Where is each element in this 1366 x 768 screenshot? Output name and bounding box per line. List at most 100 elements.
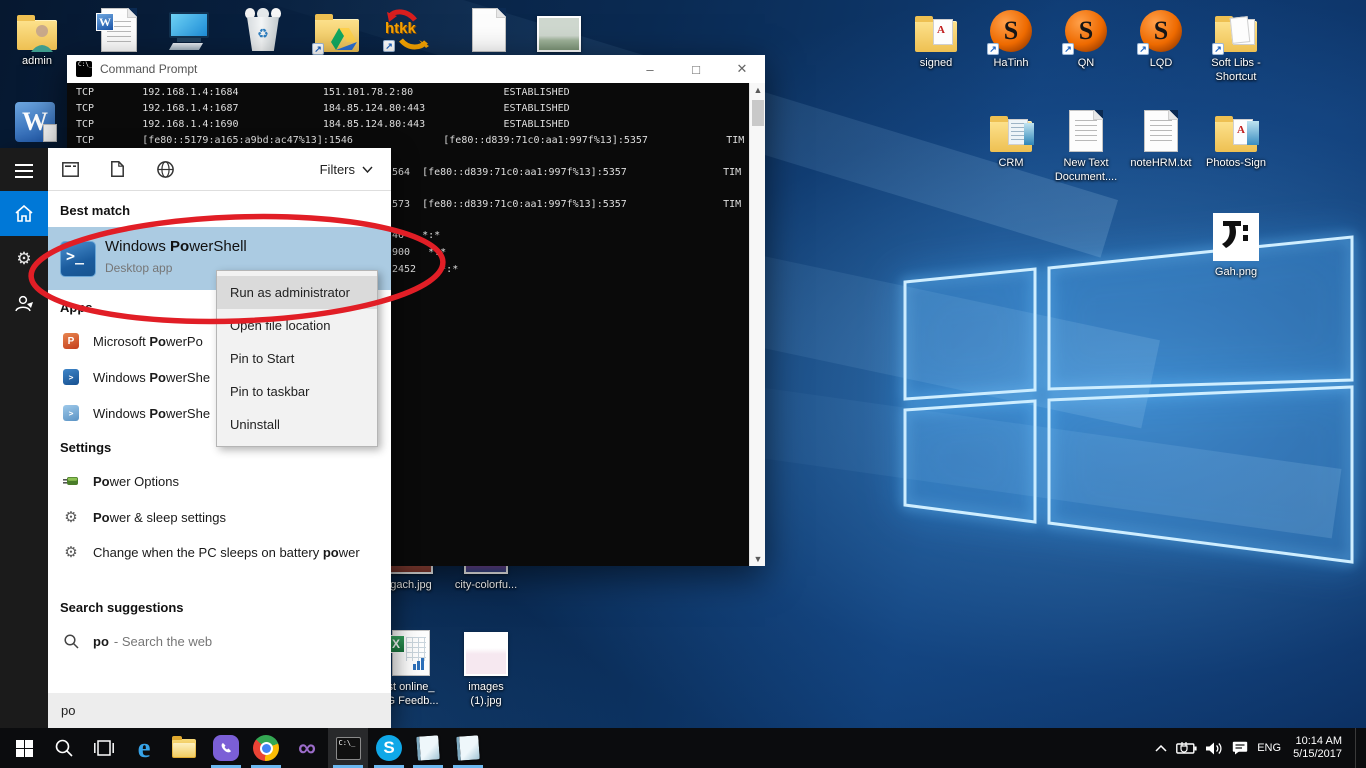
filters-label: Filters: [320, 162, 355, 177]
notepad-button-2[interactable]: [448, 728, 488, 768]
desktop-icon-notehrm[interactable]: noteHRM.txt: [1124, 108, 1198, 170]
documents-filter-icon[interactable]: [111, 148, 124, 190]
search-input-value: po: [61, 703, 75, 718]
context-menu-item[interactable]: Open file location: [217, 309, 377, 342]
chrome-button[interactable]: [246, 728, 286, 768]
search-icon: [62, 634, 80, 649]
result-text-match: po: [323, 545, 339, 560]
visual-studio-button[interactable]: ∞: [287, 728, 327, 768]
desktop-icon-recycle-bin[interactable]: ♻: [226, 8, 300, 52]
home-tab[interactable]: [0, 191, 48, 236]
divider: [48, 190, 391, 191]
menu-button[interactable]: [0, 148, 48, 193]
desktop-icon-label: Soft Libs - Shortcut: [1211, 56, 1261, 84]
start-button[interactable]: [4, 728, 44, 768]
feedback-tab[interactable]: [0, 281, 48, 326]
desktop-icon-gah[interactable]: Gah.png: [1199, 213, 1273, 279]
desktop-icon-photos-sign[interactable]: A Photos-Sign: [1199, 108, 1273, 170]
setting-result-power-options[interactable]: Power Options: [48, 463, 391, 499]
settings-tab[interactable]: ⚙: [0, 236, 48, 281]
show-desktop-button[interactable]: [1355, 728, 1360, 768]
desktop-icon-qn[interactable]: S↗ QN: [1049, 8, 1123, 70]
result-text: Windows: [93, 370, 149, 385]
web-suggestion-result[interactable]: po- Search the web: [48, 623, 391, 659]
recycle-bin-icon: ♻: [243, 8, 283, 52]
folder-shortcut-icon: ↗: [1215, 8, 1257, 52]
battery-status[interactable]: [1176, 742, 1197, 754]
cmd-taskbar-button[interactable]: C:\_: [328, 728, 368, 768]
search-icon: [55, 739, 73, 757]
gear-icon: ⚙: [64, 545, 77, 560]
minimize-button[interactable]: –: [627, 55, 673, 83]
volume-status[interactable]: [1206, 742, 1223, 755]
desktop-icon-photo[interactable]: [522, 8, 596, 52]
desktop-icon-htkk[interactable]: htkk ↗: [372, 8, 446, 52]
result-text-rest: wer: [339, 545, 360, 560]
clock[interactable]: 10:14 AM 5/15/2017: [1293, 735, 1342, 761]
edge-button[interactable]: e: [124, 728, 164, 768]
tray-time: 10:14 AM: [1293, 735, 1342, 748]
language-indicator[interactable]: ENG: [1257, 742, 1281, 754]
web-filter-icon[interactable]: [157, 148, 174, 190]
tray-expand-button[interactable]: [1155, 745, 1167, 752]
desktop-icon-this-pc[interactable]: [152, 8, 226, 52]
taskbar-search-button[interactable]: [44, 728, 84, 768]
window-title: Command Prompt: [100, 62, 197, 76]
filters-dropdown[interactable]: Filters: [320, 148, 373, 190]
setting-result-power-sleep[interactable]: ⚙ Power & sleep settings: [48, 499, 391, 535]
suggestion-rest: - Search the web: [114, 634, 212, 649]
png-image-icon: [1213, 213, 1259, 261]
skype-button[interactable]: S: [369, 728, 409, 768]
battery-plugged-icon: [1176, 742, 1197, 754]
skype-icon: S: [376, 735, 402, 761]
desktop-icon-label: Gah.png: [1215, 265, 1257, 279]
google-drive-folder-icon: ↗: [315, 8, 359, 52]
scrollbar[interactable]: ▲ ▼: [749, 83, 765, 566]
result-text: Windows: [93, 406, 149, 421]
desktop-icon-signed[interactable]: A signed: [899, 8, 973, 70]
viber-button[interactable]: [206, 728, 246, 768]
apps-filter-icon[interactable]: [62, 148, 79, 190]
desktop-icon-label: New Text Document....: [1055, 156, 1117, 184]
context-menu-item[interactable]: Pin to taskbar: [217, 375, 377, 408]
chevron-up-icon: [1155, 745, 1167, 752]
system-tray: ENG 10:14 AM 5/15/2017: [1155, 728, 1360, 768]
notepad-button[interactable]: [408, 728, 448, 768]
this-pc-icon: [167, 8, 211, 52]
desktop-icon-images-1[interactable]: images (1).jpg: [449, 628, 523, 708]
console-line: 46 *:*: [392, 230, 440, 242]
action-center-button[interactable]: [1232, 741, 1248, 755]
console-line: 900 *:*: [392, 247, 446, 259]
word-app-icon: W: [15, 100, 55, 142]
task-view-button[interactable]: [84, 728, 124, 768]
close-button[interactable]: ✕: [719, 55, 765, 83]
desktop-icon-admin[interactable]: admin: [6, 6, 68, 68]
desktop-icon-soft-libs[interactable]: ↗ Soft Libs - Shortcut: [1199, 8, 1273, 84]
scroll-thumb[interactable]: [752, 100, 764, 126]
scroll-down-icon[interactable]: ▼: [750, 552, 766, 566]
console-line: 564 [fe80::d839:71c0:aa1:997f%13]:5357 T…: [392, 167, 741, 179]
scroll-up-icon[interactable]: ▲: [750, 83, 766, 97]
desktop-icon-hatinh[interactable]: S↗ HaTinh: [974, 8, 1048, 70]
desktop-icon-label: Photos-Sign: [1206, 156, 1266, 170]
desktop-icon-label: HaTinh: [993, 56, 1028, 70]
setting-result-pc-sleep[interactable]: ⚙ Change when the PC sleeps on battery p…: [48, 535, 391, 591]
desktop-icon-crm[interactable]: CRM: [974, 108, 1048, 170]
search-input[interactable]: po: [48, 693, 391, 728]
desktop-icon-lqd[interactable]: S↗ LQD: [1124, 8, 1198, 70]
context-menu-item[interactable]: Run as administrator: [217, 276, 377, 309]
desktop-icon-drive-folder[interactable]: ↗: [300, 8, 374, 52]
maximize-button[interactable]: □: [673, 55, 719, 83]
file-explorer-button[interactable]: [164, 728, 204, 768]
photo-icon: [537, 8, 581, 52]
desktop-icon-word-app[interactable]: W: [4, 100, 66, 142]
context-menu-item[interactable]: Uninstall: [217, 408, 377, 441]
htkk-shortcut-icon: htkk ↗: [383, 8, 435, 52]
desktop-icon-word-document[interactable]: W: [82, 8, 156, 52]
result-title-match: Po: [170, 238, 189, 255]
documents-folder-icon: [990, 108, 1032, 152]
desktop-icon-new-text-document[interactable]: New Text Document....: [1049, 108, 1123, 184]
cmd-title-bar[interactable]: C:\_ Command Prompt – □ ✕: [67, 55, 765, 83]
desktop-icon-blank-document[interactable]: [452, 8, 526, 52]
context-menu-item[interactable]: Pin to Start: [217, 342, 377, 375]
